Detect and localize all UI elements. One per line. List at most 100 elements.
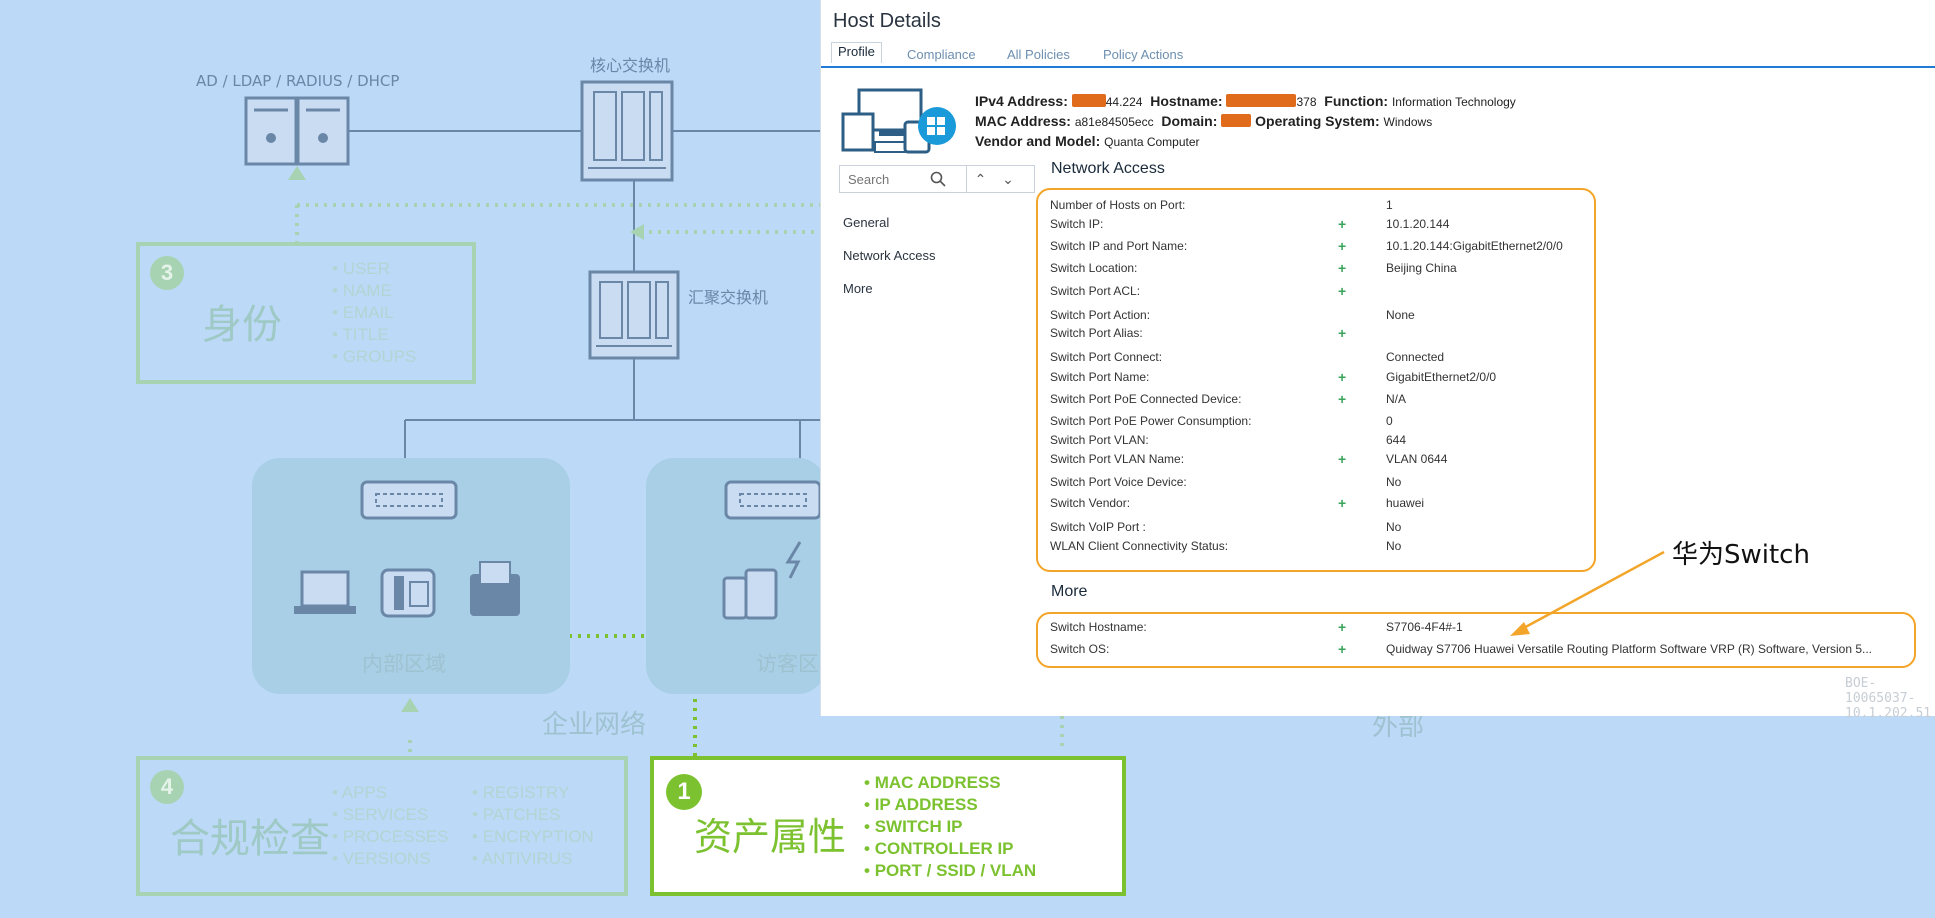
add-attribute-icon[interactable]: +: [1338, 642, 1346, 656]
ipv4-label: IPv4 Address:: [975, 93, 1068, 109]
attribute-row: Switch Port Name: + GigabitEthernet2/0/0: [1050, 370, 1910, 390]
core-switch-label: 核心交换机: [590, 56, 671, 75]
step-number: 1: [666, 774, 702, 810]
attribute-key: Switch Location:: [1050, 261, 1138, 275]
access-switch-icon: [724, 480, 822, 520]
add-attribute-icon[interactable]: +: [1338, 217, 1346, 231]
attribute-row: Switch Port Voice Device: No: [1050, 475, 1910, 495]
search-icon[interactable]: [924, 166, 952, 192]
identity-title: 身份: [202, 302, 282, 348]
list-item: EMAIL: [332, 302, 416, 324]
nav-item-more[interactable]: More: [843, 272, 935, 305]
attribute-row: Switch IP and Port Name: +10.1.20.144:Gig…: [1050, 239, 1910, 259]
attribute-key: Switch Port Alias:: [1050, 326, 1143, 340]
redaction-mark: [1221, 114, 1252, 127]
step-number: 3: [150, 256, 184, 290]
panel-title: Host Details: [833, 10, 941, 32]
attribute-key: WLAN Client Connectivity Status:: [1050, 539, 1229, 553]
attribute-value: GigabitEthernet2/0/0: [1386, 370, 1497, 384]
attribute-key: Switch IP:: [1050, 217, 1104, 231]
tab-bar: Profile Compliance All Policies Policy A…: [821, 42, 1935, 68]
access-switch-icon: [360, 480, 458, 520]
list-item: GROUPS: [332, 346, 417, 368]
chevron-up-icon[interactable]: ⌃: [966, 166, 994, 192]
list-item: REGISTRY: [472, 782, 594, 804]
mobile-devices-icon: [722, 568, 778, 620]
attribute-key: Switch Vendor:: [1050, 496, 1131, 510]
redaction-mark: [1071, 94, 1106, 107]
attribute-value: huawei: [1386, 496, 1425, 510]
attribute-row: Switch Port Connect: Connected: [1050, 350, 1910, 370]
guest-zone: 访客区: [646, 458, 826, 694]
add-attribute-icon[interactable]: +: [1338, 261, 1346, 275]
attribute-row: Switch IP: +10.1.20.144: [1050, 217, 1910, 237]
hostname-label: Hostname:: [1150, 93, 1223, 109]
list-item: USER: [332, 258, 416, 280]
host-summary: IPv4 Address: 44.224 Hostname: 378 Funct…: [975, 92, 1516, 152]
host-devices-icon: [841, 88, 956, 154]
attribute-row: Switch Port Alias: +: [1050, 326, 1910, 346]
network-access-section-title: Network Access: [1051, 160, 1165, 177]
internal-zone-label: 内部区域: [362, 652, 446, 676]
add-attribute-icon[interactable]: +: [1338, 392, 1346, 406]
attribute-row: Switch Vendor: + huawei: [1050, 496, 1910, 516]
attribute-row: Number of Hosts on Port: 1: [1050, 198, 1910, 218]
attribute-row: Switch Port Action: None: [1050, 308, 1910, 328]
attribute-row: Switch Port VLAN: 644: [1050, 433, 1910, 453]
attribute-key: Switch Hostname:: [1050, 620, 1147, 634]
chevron-down-icon[interactable]: ⌄: [994, 166, 1022, 192]
list-item: MAC ADDRESS: [864, 772, 1036, 794]
attribute-key: Switch VoIP Port :: [1050, 520, 1146, 534]
step-number: 4: [150, 770, 184, 804]
add-attribute-icon[interactable]: +: [1338, 284, 1346, 298]
add-attribute-icon[interactable]: +: [1338, 326, 1346, 340]
mac-value: a81e84505ecc: [1074, 115, 1154, 129]
aggregation-switch-label: 汇聚交换机: [688, 288, 769, 307]
tab-policy-actions[interactable]: Policy Actions: [1103, 47, 1183, 62]
search-bar: ⌃ ⌄: [839, 165, 1035, 193]
asset-attributes-box: 1 资产属性 MAC ADDRESS IP ADDRESS SWITCH IP …: [650, 756, 1126, 896]
attribute-value: 644: [1386, 433, 1407, 447]
attribute-value: No: [1386, 475, 1402, 489]
attribute-key: Switch OS:: [1050, 642, 1110, 656]
attribute-value: Quidway S7706 Huawei Versatile Routing P…: [1386, 642, 1873, 656]
hostname-value: 378: [1296, 95, 1317, 109]
attribute-value: 10.1.20.144:GigabitEthernet2/0/0: [1386, 239, 1563, 253]
redaction-mark: [1226, 94, 1297, 107]
nav-item-network-access[interactable]: Network Access: [843, 239, 935, 272]
os-label: Operating System:: [1255, 113, 1380, 129]
list-item: CONTROLLER IP: [864, 838, 1036, 860]
tab-compliance[interactable]: Compliance: [907, 47, 976, 62]
attribute-value: 0: [1386, 414, 1393, 428]
nav-item-general[interactable]: General: [843, 206, 935, 239]
add-attribute-icon[interactable]: +: [1338, 620, 1346, 634]
list-item: SERVICES: [332, 804, 449, 826]
mac-label: MAC Address:: [975, 113, 1071, 129]
add-attribute-icon[interactable]: +: [1338, 370, 1346, 384]
attribute-key: Number of Hosts on Port:: [1050, 198, 1186, 212]
function-value: Information Technology: [1391, 95, 1516, 109]
list-item: SWITCH IP: [864, 816, 1036, 838]
os-value: Windows: [1383, 115, 1433, 129]
ipv4-value: 44.224: [1105, 95, 1143, 109]
attribute-key: Switch Port Voice Device:: [1050, 475, 1187, 489]
compliance-title: 合规检查: [170, 816, 330, 862]
list-item: NAME: [332, 280, 416, 302]
tab-profile[interactable]: Profile: [831, 42, 882, 63]
guest-zone-label: 访客区: [756, 652, 819, 676]
add-attribute-icon[interactable]: +: [1338, 496, 1346, 510]
add-attribute-icon[interactable]: +: [1338, 452, 1346, 466]
compliance-box: 4 合规检查 APPS SERVICES PROCESSES VERSIONS …: [136, 756, 628, 896]
huawei-switch-callout: 华为Switch: [1672, 540, 1810, 570]
tab-all-policies[interactable]: All Policies: [1007, 47, 1070, 62]
ad-label: AD / LDAP / RADIUS / DHCP: [196, 72, 400, 90]
add-attribute-icon[interactable]: +: [1338, 239, 1346, 253]
watermark: BOE-10065037-10.1.202.51: [1845, 676, 1932, 721]
attribute-value: N/A: [1386, 392, 1407, 406]
vendor-label: Vendor and Model:: [975, 133, 1101, 149]
list-item: VERSIONS: [332, 848, 449, 870]
internal-zone: 内部区域: [252, 458, 570, 694]
attribute-row: Switch Hostname: + S7706-4F4#-1: [1050, 620, 1910, 640]
attribute-row: Switch OS: + Quidway S7706 Huawei Versatil…: [1050, 642, 1910, 662]
compliance-list-2: REGISTRY PATCHES ENCRYPTION ANTIVIRUS: [472, 782, 594, 870]
